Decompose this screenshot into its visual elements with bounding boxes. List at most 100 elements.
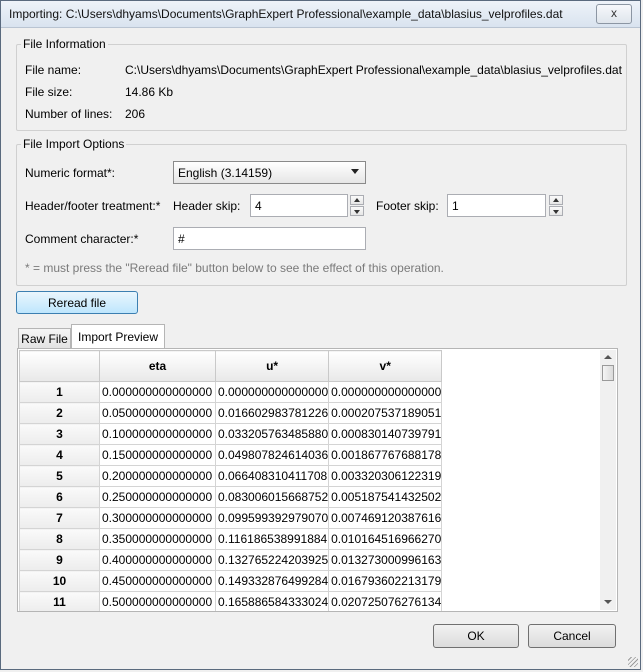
table-row[interactable]: 7 0.300000000000000 0.099599392979070 0.007…: [19, 507, 443, 529]
cell-v[interactable]: 0.000000000000000: [328, 381, 443, 403]
corner-header[interactable]: [19, 350, 100, 382]
table-row[interactable]: 11 0.500000000000000 0.165886584333024 0.02…: [19, 591, 443, 611]
ok-label: OK: [467, 629, 485, 643]
cell-v[interactable]: 0.001867767688178: [328, 444, 443, 466]
cell-eta[interactable]: 0.000000000000000: [99, 381, 216, 403]
cell-v[interactable]: 0.007469120387616: [328, 507, 443, 529]
spin-down-icon[interactable]: [350, 206, 364, 216]
close-button[interactable]: x: [596, 4, 632, 24]
cell-u[interactable]: 0.000000000000000: [214, 381, 330, 403]
scroll-up-icon[interactable]: [604, 355, 612, 359]
numeric-format-label: Numeric format*:: [25, 166, 116, 180]
row-header[interactable]: 7: [19, 507, 100, 529]
reread-file-label: Reread file: [47, 296, 107, 310]
cell-eta[interactable]: 0.150000000000000: [99, 444, 216, 466]
cell-u[interactable]: 0.016602983781226: [214, 402, 330, 424]
cell-eta[interactable]: 0.350000000000000: [99, 528, 216, 550]
reread-note: * = must press the "Reread file" button …: [25, 261, 444, 275]
row-header[interactable]: 8: [19, 528, 100, 550]
import-options-heading: File Import Options: [21, 137, 127, 151]
ok-button[interactable]: OK: [433, 624, 519, 648]
file-information-heading: File Information: [21, 37, 108, 51]
cell-eta[interactable]: 0.250000000000000: [99, 486, 216, 508]
table-row[interactable]: 5 0.200000000000000 0.066408310411708 0.003…: [19, 465, 443, 487]
column-header-eta[interactable]: eta: [99, 350, 216, 382]
header-skip-value: 4: [255, 199, 262, 213]
scroll-down-icon[interactable]: [604, 600, 612, 604]
tab-raw-file-label: Raw File: [21, 332, 68, 346]
spin-up-icon[interactable]: [350, 195, 364, 205]
table-row[interactable]: 2 0.050000000000000 0.016602983781226 0.000…: [19, 402, 443, 424]
comment-character-value: #: [178, 232, 185, 246]
cell-u[interactable]: 0.116186538991884: [214, 528, 330, 550]
cell-v[interactable]: 0.000830140739791: [328, 423, 443, 445]
cancel-button[interactable]: Cancel: [528, 624, 616, 648]
file-size-value: 14.86 Kb: [125, 85, 174, 99]
numeric-format-value: English (3.14159): [178, 166, 273, 180]
window-title: Importing: C:\Users\dhyams\Documents\Gra…: [9, 7, 563, 21]
row-header[interactable]: 4: [19, 444, 100, 466]
row-header[interactable]: 3: [19, 423, 100, 445]
cell-u[interactable]: 0.083006015668752: [214, 486, 330, 508]
cell-u[interactable]: 0.066408310411708: [214, 465, 330, 487]
cell-v[interactable]: 0.010164516966270: [328, 528, 443, 550]
table-row[interactable]: 6 0.250000000000000 0.083006015668752 0.005…: [19, 486, 443, 508]
cell-u[interactable]: 0.165886584333024: [214, 591, 330, 611]
cell-eta[interactable]: 0.200000000000000: [99, 465, 216, 487]
title-bar[interactable]: Importing: C:\Users\dhyams\Documents\Gra…: [1, 1, 640, 28]
cell-u[interactable]: 0.049807824614036: [214, 444, 330, 466]
numeric-format-select[interactable]: English (3.14159): [173, 161, 366, 184]
column-header-u[interactable]: u*: [214, 350, 330, 382]
header-skip-spinner[interactable]: [350, 195, 364, 216]
footer-skip-value: 1: [452, 199, 459, 213]
row-header[interactable]: 5: [19, 465, 100, 487]
tab-import-preview[interactable]: Import Preview: [71, 324, 165, 349]
cell-u[interactable]: 0.149332876499284: [214, 570, 330, 592]
cell-eta[interactable]: 0.400000000000000: [99, 549, 216, 571]
import-preview-pane: eta u* v* 1 0.000000000000000 0.0000000000…: [17, 348, 618, 612]
cell-eta[interactable]: 0.050000000000000: [99, 402, 216, 424]
row-header[interactable]: 9: [19, 549, 100, 571]
cell-v[interactable]: 0.016793602213179: [328, 570, 443, 592]
cell-u[interactable]: 0.132765224203925: [214, 549, 330, 571]
resize-grip-icon[interactable]: [628, 657, 638, 667]
cell-u[interactable]: 0.099599392979070: [214, 507, 330, 529]
spin-down-icon[interactable]: [549, 206, 563, 216]
table-row[interactable]: 8 0.350000000000000 0.116186538991884 0.010…: [19, 528, 443, 550]
table-row[interactable]: 10 0.450000000000000 0.149332876499284 0.01…: [19, 570, 443, 592]
row-header[interactable]: 6: [19, 486, 100, 508]
comment-character-input[interactable]: #: [173, 227, 366, 250]
line-count-label: Number of lines:: [25, 107, 113, 121]
cell-v[interactable]: 0.000207537189051: [328, 402, 443, 424]
import-dialog: Importing: C:\Users\dhyams\Documents\Gra…: [0, 0, 641, 670]
cell-eta[interactable]: 0.300000000000000: [99, 507, 216, 529]
tab-import-preview-label: Import Preview: [77, 330, 159, 344]
cell-v[interactable]: 0.005187541432502: [328, 486, 443, 508]
chevron-down-icon: [351, 169, 359, 174]
row-header[interactable]: 10: [19, 570, 100, 592]
row-header[interactable]: 1: [19, 381, 100, 403]
table-row[interactable]: 9 0.400000000000000 0.132765224203925 0.013…: [19, 549, 443, 571]
table-row[interactable]: 4 0.150000000000000 0.049807824614036 0.001…: [19, 444, 443, 466]
row-header[interactable]: 11: [19, 591, 100, 611]
spin-up-icon[interactable]: [549, 195, 563, 205]
tab-raw-file[interactable]: Raw File: [18, 328, 71, 348]
footer-skip-input[interactable]: 1: [447, 194, 546, 217]
preview-table: eta u* v* 1 0.000000000000000 0.0000000000…: [19, 350, 443, 611]
row-header[interactable]: 2: [19, 402, 100, 424]
cell-eta[interactable]: 0.450000000000000: [99, 570, 216, 592]
table-row[interactable]: 3 0.100000000000000 0.033205763485880 0.000…: [19, 423, 443, 445]
scroll-thumb[interactable]: [602, 365, 614, 381]
cell-v[interactable]: 0.020725076276134: [328, 591, 443, 611]
header-skip-input[interactable]: 4: [250, 194, 348, 217]
cell-eta[interactable]: 0.500000000000000: [99, 591, 216, 611]
reread-file-button[interactable]: Reread file: [16, 291, 138, 314]
cell-u[interactable]: 0.033205763485880: [214, 423, 330, 445]
cell-eta[interactable]: 0.100000000000000: [99, 423, 216, 445]
cell-v[interactable]: 0.003320306122319: [328, 465, 443, 487]
table-row[interactable]: 1 0.000000000000000 0.000000000000000 0.000…: [19, 381, 443, 403]
cell-v[interactable]: 0.013273000996163: [328, 549, 443, 571]
column-header-v[interactable]: v*: [328, 350, 443, 382]
footer-skip-spinner[interactable]: [549, 195, 563, 216]
vertical-scrollbar[interactable]: [600, 350, 616, 610]
